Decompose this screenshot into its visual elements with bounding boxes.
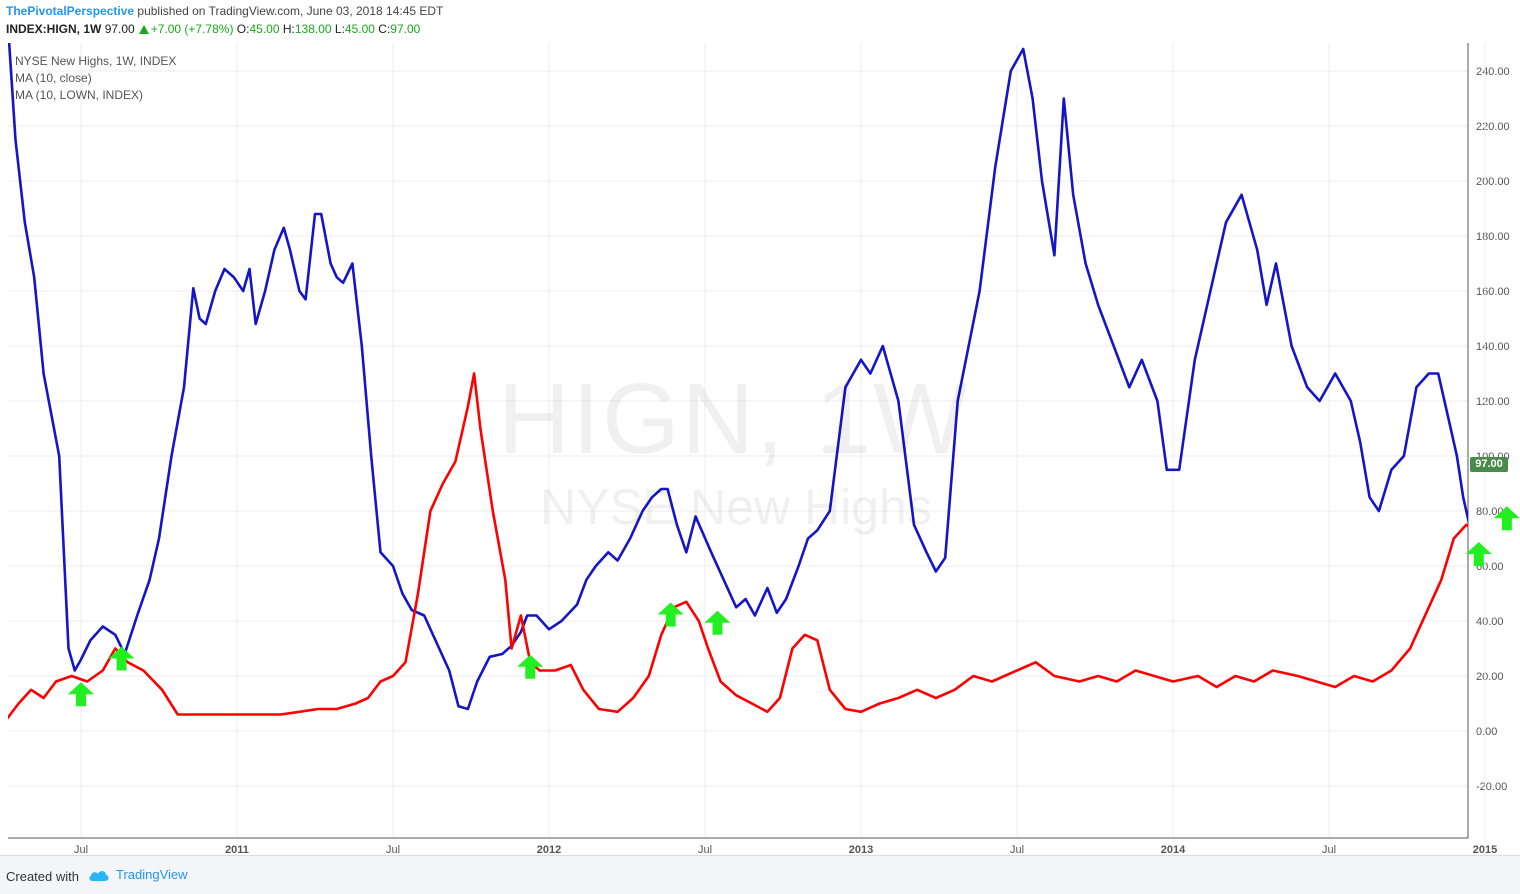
high-label: H:	[282, 22, 295, 36]
y-tick-label: 40.00	[1476, 616, 1504, 628]
last-price: 97.00	[104, 22, 135, 36]
published-text: published on TradingView.com, June 03, 2…	[137, 4, 444, 18]
x-tick-label: 2012	[537, 844, 561, 855]
tradingview-brand[interactable]: TradingView	[116, 867, 188, 882]
close-value: 97.00	[390, 22, 421, 36]
x-tick-label: Jul	[698, 844, 712, 855]
y-tick-label: 180.00	[1476, 231, 1510, 243]
cloud-icon	[89, 870, 109, 881]
x-tick-label: Jul	[74, 844, 88, 855]
up-triangle-icon	[138, 25, 149, 34]
high-value: 138.00	[294, 22, 332, 36]
open-label: O:	[236, 22, 250, 36]
up-arrow-marker	[68, 682, 94, 707]
symbol-info: INDEX:HIGN, 1W 97.00 +7.00 (+7.78%) O:45.…	[6, 22, 420, 36]
y-tick-label: 140.00	[1476, 341, 1510, 353]
watermark-symbol: HIGN, 1W	[498, 363, 970, 475]
low-value: 45.00	[344, 22, 375, 36]
low-label: L:	[334, 22, 345, 36]
symbol-name[interactable]: INDEX:HIGN, 1W	[6, 22, 101, 36]
legend-series-main[interactable]: NYSE New Highs, 1W, INDEX	[15, 53, 176, 70]
last-price-tag: 97.00	[1470, 457, 1508, 472]
up-arrow-marker	[108, 646, 135, 671]
up-arrow-marker	[657, 602, 684, 627]
y-tick-label: 120.00	[1476, 396, 1510, 408]
legend-ma-close[interactable]: MA (10, close)	[15, 70, 176, 87]
legend-ma-lown[interactable]: MA (10, LOWN, INDEX)	[15, 87, 176, 104]
publish-info: ThePivotalPerspective published on Tradi…	[6, 4, 443, 18]
open-value: 45.00	[249, 22, 280, 36]
y-tick-label: 240.00	[1476, 66, 1510, 78]
watermark-description: NYSE New Highs	[540, 479, 932, 535]
y-tick-label: 20.00	[1476, 671, 1504, 683]
x-tick-label: Jul	[1322, 844, 1336, 855]
up-arrow-marker	[704, 610, 731, 635]
close-label: C:	[378, 22, 391, 36]
tradingview-link[interactable]: TradingView	[88, 867, 188, 882]
y-tick-label: -20.00	[1476, 781, 1507, 793]
y-tick-label: 200.00	[1476, 176, 1510, 188]
footer: Created with TradingView	[0, 855, 1520, 894]
x-tick-label: 2011	[225, 844, 249, 855]
created-with-text: Created with	[6, 869, 79, 884]
x-tick-label: Jul	[1010, 844, 1024, 855]
y-tick-label: 0.00	[1476, 726, 1497, 738]
x-tick-label: Jul	[386, 844, 400, 855]
up-arrow-marker	[517, 654, 544, 679]
price-change: +7.00 (+7.78%)	[150, 22, 234, 36]
x-tick-label: 2015	[1473, 844, 1497, 855]
y-tick-label: 220.00	[1476, 121, 1510, 133]
y-tick-label: 160.00	[1476, 286, 1510, 298]
x-tick-label: 2014	[1161, 844, 1186, 855]
author-link[interactable]: ThePivotalPerspective	[6, 4, 134, 18]
x-tick-label: 2013	[849, 844, 873, 855]
legend: NYSE New Highs, 1W, INDEX MA (10, close)…	[15, 53, 176, 104]
